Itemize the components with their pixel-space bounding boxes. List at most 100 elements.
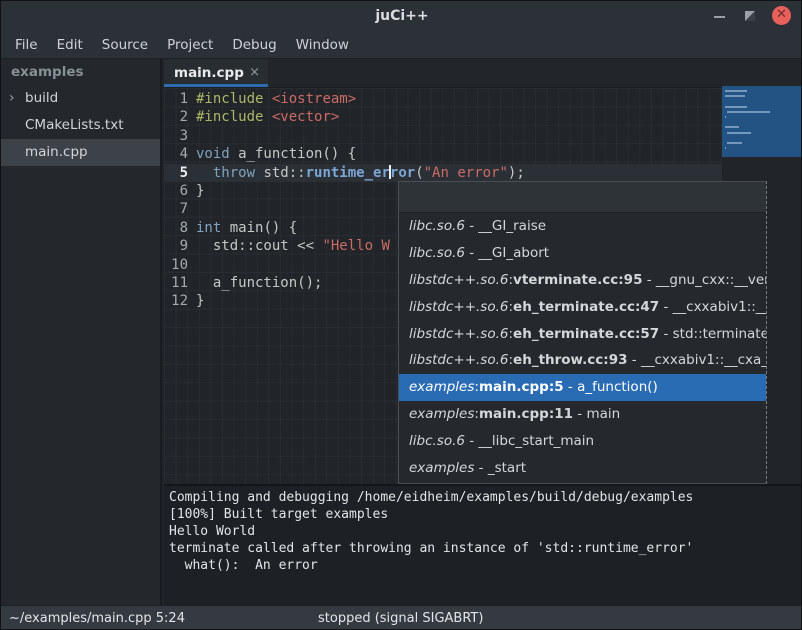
code-token: a_function(); (196, 275, 322, 291)
code-line[interactable]: 8int main() { (164, 219, 297, 237)
code-token: std:: (255, 165, 306, 181)
chevron-right-icon[interactable]: › (9, 85, 15, 112)
line-number: 1 (164, 90, 196, 108)
menubar: File Edit Source Project Debug Window (1, 31, 802, 59)
code-token: } (196, 293, 204, 309)
backtrace-item[interactable]: libc.so.6 - __GI_abort (399, 240, 766, 267)
backtrace-library: libstdc++.so.6 (409, 326, 508, 342)
backtrace-item[interactable]: libstdc++.so.6:eh_terminate.cc:57 - std:… (399, 321, 766, 348)
restore-icon (745, 11, 755, 21)
sidebar-item-build[interactable]: ›build (1, 85, 160, 112)
backtrace-item[interactable]: libstdc++.so.6:vterminate.cc:95 - __gnu_… (399, 267, 766, 294)
menu-item-edit[interactable]: Edit (55, 36, 85, 54)
backtrace-location: eh_terminate.cc:57 (513, 326, 659, 342)
code-token: #include (196, 109, 263, 125)
menu-item-file[interactable]: File (13, 36, 40, 54)
backtrace-item[interactable]: examples:main.cpp:5 - a_function() (399, 374, 766, 401)
code-line[interactable]: 1#include <iostream> (164, 90, 356, 108)
menu-item-window[interactable]: Window (294, 36, 351, 54)
statusbar-debug-status: stopped (signal SIGABRT) (318, 606, 483, 630)
active-tab-indicator (164, 84, 268, 87)
backtrace-library: examples (409, 460, 474, 476)
menu-item-project[interactable]: Project (165, 36, 215, 54)
minimap-line (725, 147, 726, 149)
code-line[interactable]: 12} (164, 292, 204, 310)
backtrace-symbol: - std::terminate() (659, 326, 766, 342)
backtrace-symbol: - __libc_start_main (465, 433, 594, 449)
backtrace-library: libc.so.6 (409, 245, 465, 261)
line-number: 6 (164, 182, 196, 200)
restore-button[interactable] (741, 7, 759, 25)
backtrace-library: libstdc++.so.6 (409, 299, 508, 315)
sidebar-item-main-cpp[interactable]: main.cpp (1, 139, 160, 166)
tab-main-cpp[interactable]: main.cpp × (164, 59, 268, 87)
backtrace-library: examples (409, 406, 474, 422)
code-token (263, 91, 271, 107)
code-token: a_function() { (230, 146, 356, 162)
backtrace-library: examples (409, 379, 474, 395)
tabbar: main.cpp × (164, 59, 802, 88)
backtrace-symbol: - main (573, 406, 620, 422)
minimap-line (725, 106, 747, 108)
code-token: ror (390, 165, 415, 181)
code-token: runtime_er (306, 165, 390, 181)
code-line[interactable]: 6} (164, 182, 204, 200)
backtrace-symbol: - a_function() (564, 379, 658, 395)
code-line[interactable]: 10 (164, 256, 196, 274)
line-number: 2 (164, 108, 196, 126)
menu-item-source[interactable]: Source (100, 36, 150, 54)
backtrace-library: libc.so.6 (409, 218, 465, 234)
backtrace-symbol: - __GI_raise (465, 218, 546, 234)
code-token: void (196, 146, 230, 162)
minimize-button[interactable] (711, 7, 729, 25)
code-token: throw (213, 165, 255, 181)
minimap-line (725, 95, 745, 97)
code-line[interactable]: 5 throw std::runtime_error("An error"); (164, 164, 722, 182)
code-line[interactable]: 2#include <vector> (164, 108, 339, 126)
backtrace-library: libstdc++.so.6 (409, 272, 508, 288)
line-number: 12 (164, 292, 196, 310)
code-token: <iostream> (272, 91, 356, 107)
line-number: 3 (164, 127, 196, 145)
minimap[interactable] (722, 86, 802, 157)
tab-close-icon[interactable]: × (249, 59, 260, 87)
terminal-output[interactable]: Compiling and debugging /home/eidheim/ex… (164, 484, 802, 605)
minimap-line (725, 90, 747, 92)
backtrace-location: main.cpp:11 (479, 406, 573, 422)
sidebar-item-label: main.cpp (25, 144, 88, 160)
code-line[interactable]: 11 a_function(); (164, 274, 322, 292)
backtrace-location: main.cpp:5 (479, 379, 564, 395)
terminal-line: what(): An error (164, 557, 802, 574)
code-line[interactable]: 3 (164, 127, 196, 145)
line-number: 11 (164, 274, 196, 292)
backtrace-symbol: - _start (474, 460, 526, 476)
backtrace-item[interactable]: libstdc++.so.6:eh_throw.cc:93 - __cxxabi… (399, 347, 766, 374)
code-token: main() { (221, 220, 297, 236)
code-line[interactable]: 4void a_function() { (164, 145, 356, 163)
code-token (263, 109, 271, 125)
minimap-line (727, 111, 770, 113)
popup-filter-entry[interactable] (399, 182, 766, 213)
backtrace-item[interactable]: examples:main.cpp:11 - main (399, 401, 766, 428)
minimap-line (727, 132, 751, 134)
backtrace-item[interactable]: libc.so.6 - __GI_raise (399, 213, 766, 240)
backtrace-item[interactable]: libc.so.6 - __libc_start_main (399, 428, 766, 455)
backtrace-item[interactable]: examples - _start (399, 455, 766, 482)
backtrace-symbol: - __GI_abort (465, 245, 549, 261)
titlebar[interactable]: juCi++ ✕ (1, 1, 802, 31)
code-token: ( (415, 165, 423, 181)
line-number: 5 (164, 164, 196, 182)
sidebar-item-cmakelists-txt[interactable]: CMakeLists.txt (1, 112, 160, 139)
backtrace-library: libc.so.6 (409, 433, 465, 449)
menu-item-debug[interactable]: Debug (230, 36, 278, 54)
terminal-line: terminate called after throwing an insta… (164, 540, 802, 557)
line-number: 10 (164, 256, 196, 274)
code-line[interactable]: 7 (164, 200, 196, 218)
code-line[interactable]: 9 std::cout << "Hello W (164, 237, 390, 255)
minimap-line (725, 126, 739, 128)
backtrace-item[interactable]: libstdc++.so.6:eh_terminate.cc:47 - __cx… (399, 294, 766, 321)
tab-label: main.cpp (174, 59, 244, 87)
minimize-icon (714, 16, 725, 18)
statusbar: ~/examples/main.cpp 5:24 stopped (signal… (1, 605, 802, 630)
close-button[interactable]: ✕ (772, 6, 791, 25)
